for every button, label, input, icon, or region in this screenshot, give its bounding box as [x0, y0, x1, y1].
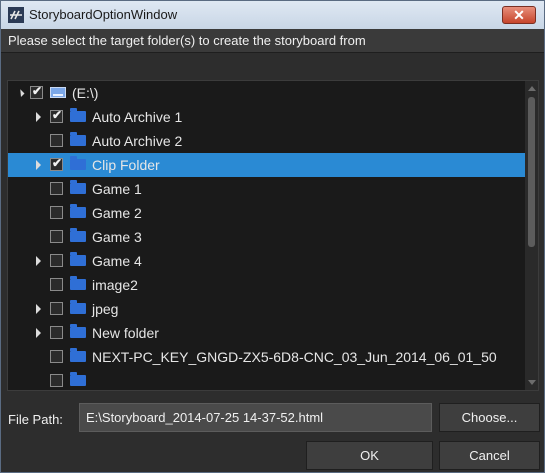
folder-checkbox[interactable] [50, 206, 63, 219]
tree-row-label: Game 1 [92, 181, 142, 197]
tree-row-label: NEXT-PC_KEY_GNGD-ZX5-6D8-CNC_03_Jun_2014… [92, 349, 497, 365]
scroll-up-arrow-icon[interactable] [528, 86, 536, 91]
folder-icon [70, 132, 86, 146]
folder-icon [70, 252, 86, 266]
tree-row-label: Game 4 [92, 253, 142, 269]
folder-icon [70, 204, 86, 218]
title-bar: StoryboardOptionWindow ✕ [1, 1, 544, 30]
tree-row[interactable]: New folder [8, 321, 525, 345]
choose-button[interactable]: Choose... [439, 403, 540, 432]
folder-checkbox[interactable] [50, 350, 63, 363]
checkmark-icon: ✔ [52, 156, 63, 170]
tree-row[interactable] [8, 369, 525, 390]
expand-down-icon[interactable] [12, 84, 25, 98]
checkmark-icon: ✔ [32, 84, 43, 98]
tree-row-label: Clip Folder [92, 157, 160, 173]
folder-icon [70, 348, 86, 362]
folder-checkbox[interactable] [50, 230, 63, 243]
folder-icon [70, 276, 86, 290]
window-title: StoryboardOptionWindow [29, 7, 178, 22]
tree-row-label: Game 3 [92, 229, 142, 245]
tree-row[interactable]: Game 3 [8, 225, 525, 249]
tree-row-label: Game 2 [92, 205, 142, 221]
tree-row[interactable]: Auto Archive 2 [8, 129, 525, 153]
instruction-text: Please select the target folder(s) to cr… [1, 29, 544, 53]
tree-row[interactable]: Game 4 [8, 249, 525, 273]
drive-icon [50, 87, 66, 98]
folder-icon [70, 228, 86, 242]
folder-checkbox[interactable] [50, 302, 63, 315]
ok-button[interactable]: OK [306, 441, 433, 470]
file-path-input[interactable]: E:\Storyboard_2014-07-25 14-37-52.html [79, 403, 432, 432]
tree-row-label: Auto Archive 2 [92, 133, 183, 149]
tree-row[interactable]: ✔ Clip Folder [8, 153, 525, 177]
folder-checkbox[interactable]: ✔ [50, 108, 63, 123]
folder-tree[interactable]: ✔ (E:\) ✔ Auto Archive 1 Auto Archive 2 ✔ Clip… [7, 80, 539, 391]
folder-checkbox[interactable]: ✔ [30, 84, 43, 99]
close-button[interactable]: ✕ [502, 6, 536, 24]
close-icon: ✕ [513, 7, 525, 23]
folder-icon [70, 372, 86, 386]
tree-row[interactable]: image2 [8, 273, 525, 297]
expand-right-icon[interactable] [36, 304, 41, 314]
tree-row-label: jpeg [92, 301, 119, 317]
folder-checkbox[interactable] [50, 254, 63, 267]
folder-checkbox[interactable]: ✔ [50, 156, 63, 171]
folder-icon [70, 180, 86, 194]
folder-checkbox[interactable] [50, 278, 63, 291]
tree-row-label: image2 [92, 277, 138, 293]
scroll-down-arrow-icon[interactable] [528, 380, 536, 385]
tree-row[interactable]: jpeg [8, 297, 525, 321]
app-logo-icon [8, 7, 24, 23]
expand-right-icon[interactable] [36, 328, 41, 338]
tree-row[interactable]: ✔ (E:\) [8, 81, 525, 105]
expand-right-icon[interactable] [36, 160, 41, 170]
tree-row[interactable]: Game 1 [8, 177, 525, 201]
folder-icon [70, 108, 86, 122]
expand-right-icon[interactable] [36, 112, 41, 122]
folder-icon [70, 324, 86, 338]
tree-scrollbar[interactable] [525, 81, 538, 390]
folder-tree-rows: ✔ (E:\) ✔ Auto Archive 1 Auto Archive 2 ✔ Clip… [8, 81, 525, 390]
folder-checkbox[interactable] [50, 374, 63, 387]
tree-row[interactable]: ✔ Auto Archive 1 [8, 105, 525, 129]
folder-icon [70, 300, 86, 314]
folder-checkbox[interactable] [50, 182, 63, 195]
tree-row-label: Auto Archive 1 [92, 109, 183, 125]
cancel-button[interactable]: Cancel [439, 441, 540, 470]
tree-row[interactable]: NEXT-PC_KEY_GNGD-ZX5-6D8-CNC_03_Jun_2014… [8, 345, 525, 369]
tree-row-label: New folder [92, 325, 159, 341]
folder-icon [70, 156, 86, 170]
folder-checkbox[interactable] [50, 326, 63, 339]
file-path-label: File Path: [8, 412, 63, 427]
tree-row[interactable]: Game 2 [8, 201, 525, 225]
tree-row-label: (E:\) [72, 85, 99, 101]
checkmark-icon: ✔ [52, 108, 63, 122]
expand-right-icon[interactable] [36, 256, 41, 266]
scroll-thumb[interactable] [528, 97, 535, 247]
folder-checkbox[interactable] [50, 134, 63, 147]
storyboard-option-window: StoryboardOptionWindow ✕ Please select t… [0, 0, 545, 473]
